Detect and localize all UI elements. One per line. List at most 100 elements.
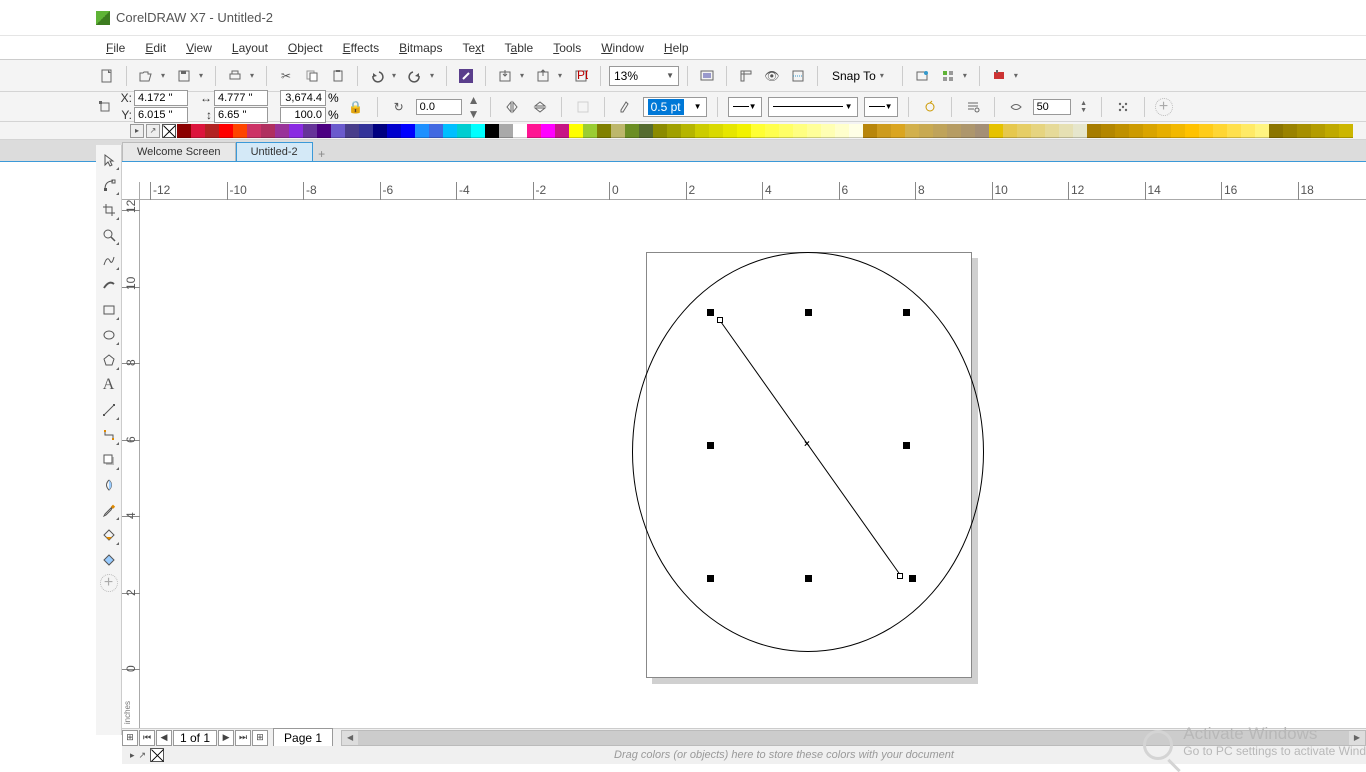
color-swatch[interactable] [863,124,877,138]
tab-welcome[interactable]: Welcome Screen [122,142,236,161]
color-swatch[interactable] [583,124,597,138]
color-swatch[interactable] [625,124,639,138]
scroll-thumb[interactable] [358,731,1349,745]
x-position-input[interactable]: 4.172 " [134,90,188,106]
crop-tool-icon[interactable] [98,199,120,221]
export-icon[interactable] [532,65,554,87]
color-swatch[interactable] [177,124,191,138]
redo-icon[interactable] [404,65,426,87]
wrap-paragraph-icon[interactable] [962,96,984,118]
color-swatch[interactable] [1213,124,1227,138]
end-arrow-combo[interactable]: ▼ [864,97,898,117]
color-swatch[interactable] [359,124,373,138]
color-swatch[interactable] [555,124,569,138]
interactive-fill-icon[interactable] [98,524,120,546]
shape-tool-icon[interactable] [98,174,120,196]
color-swatch[interactable] [485,124,499,138]
outline-width-combo[interactable]: 0.5 pt▼ [643,97,707,117]
show-rulers-icon[interactable] [735,65,757,87]
import-icon[interactable] [494,65,516,87]
color-swatch[interactable] [1255,124,1269,138]
palette-flyout2-icon[interactable]: ↗ [139,750,147,761]
ruler-horizontal[interactable]: -12-10-8-6-4-2024681012141618 [140,182,1366,200]
prev-page-icon[interactable]: ◀ [156,730,172,746]
new-icon[interactable] [96,65,118,87]
color-swatch[interactable] [317,124,331,138]
show-guidelines-icon[interactable] [787,65,809,87]
menu-window[interactable]: Window [591,38,654,58]
color-swatch[interactable] [415,124,429,138]
app-launcher-icon[interactable] [937,65,959,87]
customize-icon[interactable] [988,65,1010,87]
color-swatch[interactable] [1199,124,1213,138]
color-swatch[interactable] [387,124,401,138]
color-swatch[interactable] [1101,124,1115,138]
color-swatch[interactable] [597,124,611,138]
zoom-tool-icon[interactable] [98,224,120,246]
handle-sw[interactable] [707,575,714,582]
copy-icon[interactable] [301,65,323,87]
no-color-swatch[interactable] [162,124,176,138]
lock-ratio-icon[interactable]: 🔒 [345,96,367,118]
handle-se[interactable] [909,575,916,582]
save-icon[interactable] [173,65,195,87]
color-swatch[interactable] [681,124,695,138]
color-swatch[interactable] [1115,124,1129,138]
color-swatch[interactable] [457,124,471,138]
color-swatch[interactable] [331,124,345,138]
zoom-combo[interactable]: 13%▼ [609,66,679,86]
color-swatch[interactable] [1171,124,1185,138]
color-swatch[interactable] [513,124,527,138]
open-icon[interactable] [135,65,157,87]
add-property-icon[interactable]: + [1155,98,1173,116]
height-input[interactable]: 6.65 " [214,107,268,123]
color-swatch[interactable] [961,124,975,138]
scale-x-input[interactable]: 3,674.4 [280,90,326,106]
ellipse-tool-icon[interactable] [98,324,120,346]
last-page-icon[interactable]: ⏭ [235,730,251,746]
drawing-canvas[interactable]: × [140,200,1366,728]
show-grid-icon[interactable]: 👁 [761,65,783,87]
color-swatch[interactable] [695,124,709,138]
color-swatch[interactable] [275,124,289,138]
color-swatch[interactable] [723,124,737,138]
ruler-origin[interactable] [122,182,140,200]
options-icon[interactable] [911,65,933,87]
horizontal-scrollbar[interactable]: ◀ ▶ [341,730,1366,746]
spinner-icon[interactable]: ▲▼ [1077,96,1091,118]
tab-document[interactable]: Untitled-2 [236,142,313,161]
add-page-before-icon[interactable]: ⊞ [122,730,138,746]
color-swatch[interactable] [779,124,793,138]
color-swatch[interactable] [205,124,219,138]
color-swatch[interactable] [765,124,779,138]
rectangle-tool-icon[interactable] [98,299,120,321]
color-swatch[interactable] [345,124,359,138]
color-swatch[interactable] [1339,124,1353,138]
color-swatch[interactable] [877,124,891,138]
scroll-left-icon[interactable]: ◀ [342,731,358,745]
handle-n[interactable] [805,309,812,316]
color-swatch[interactable] [443,124,457,138]
snap-to-dropdown[interactable]: Snap To▾ [826,65,894,87]
color-swatch[interactable] [667,124,681,138]
color-swatch[interactable] [527,124,541,138]
color-swatch[interactable] [891,124,905,138]
color-swatch[interactable] [1157,124,1171,138]
rotation-input[interactable]: 0.0 [416,99,462,115]
scale-y-input[interactable]: 100.0 [280,107,326,123]
color-swatch[interactable] [709,124,723,138]
dimension-tool-icon[interactable] [98,399,120,421]
wrap-text-icon[interactable] [572,96,594,118]
handle-ne[interactable] [903,309,910,316]
bounding-box-icon[interactable] [1112,96,1134,118]
node-start[interactable] [717,317,723,323]
mirror-h-icon[interactable] [501,96,523,118]
node-end[interactable] [897,573,903,579]
color-swatch[interactable] [1017,124,1031,138]
menu-view[interactable]: View [176,38,222,58]
color-swatch[interactable] [471,124,485,138]
eyedropper-tool-icon[interactable] [98,499,120,521]
color-swatch[interactable] [303,124,317,138]
add-tool-icon[interactable]: + [100,574,118,592]
menu-help[interactable]: Help [654,38,699,58]
